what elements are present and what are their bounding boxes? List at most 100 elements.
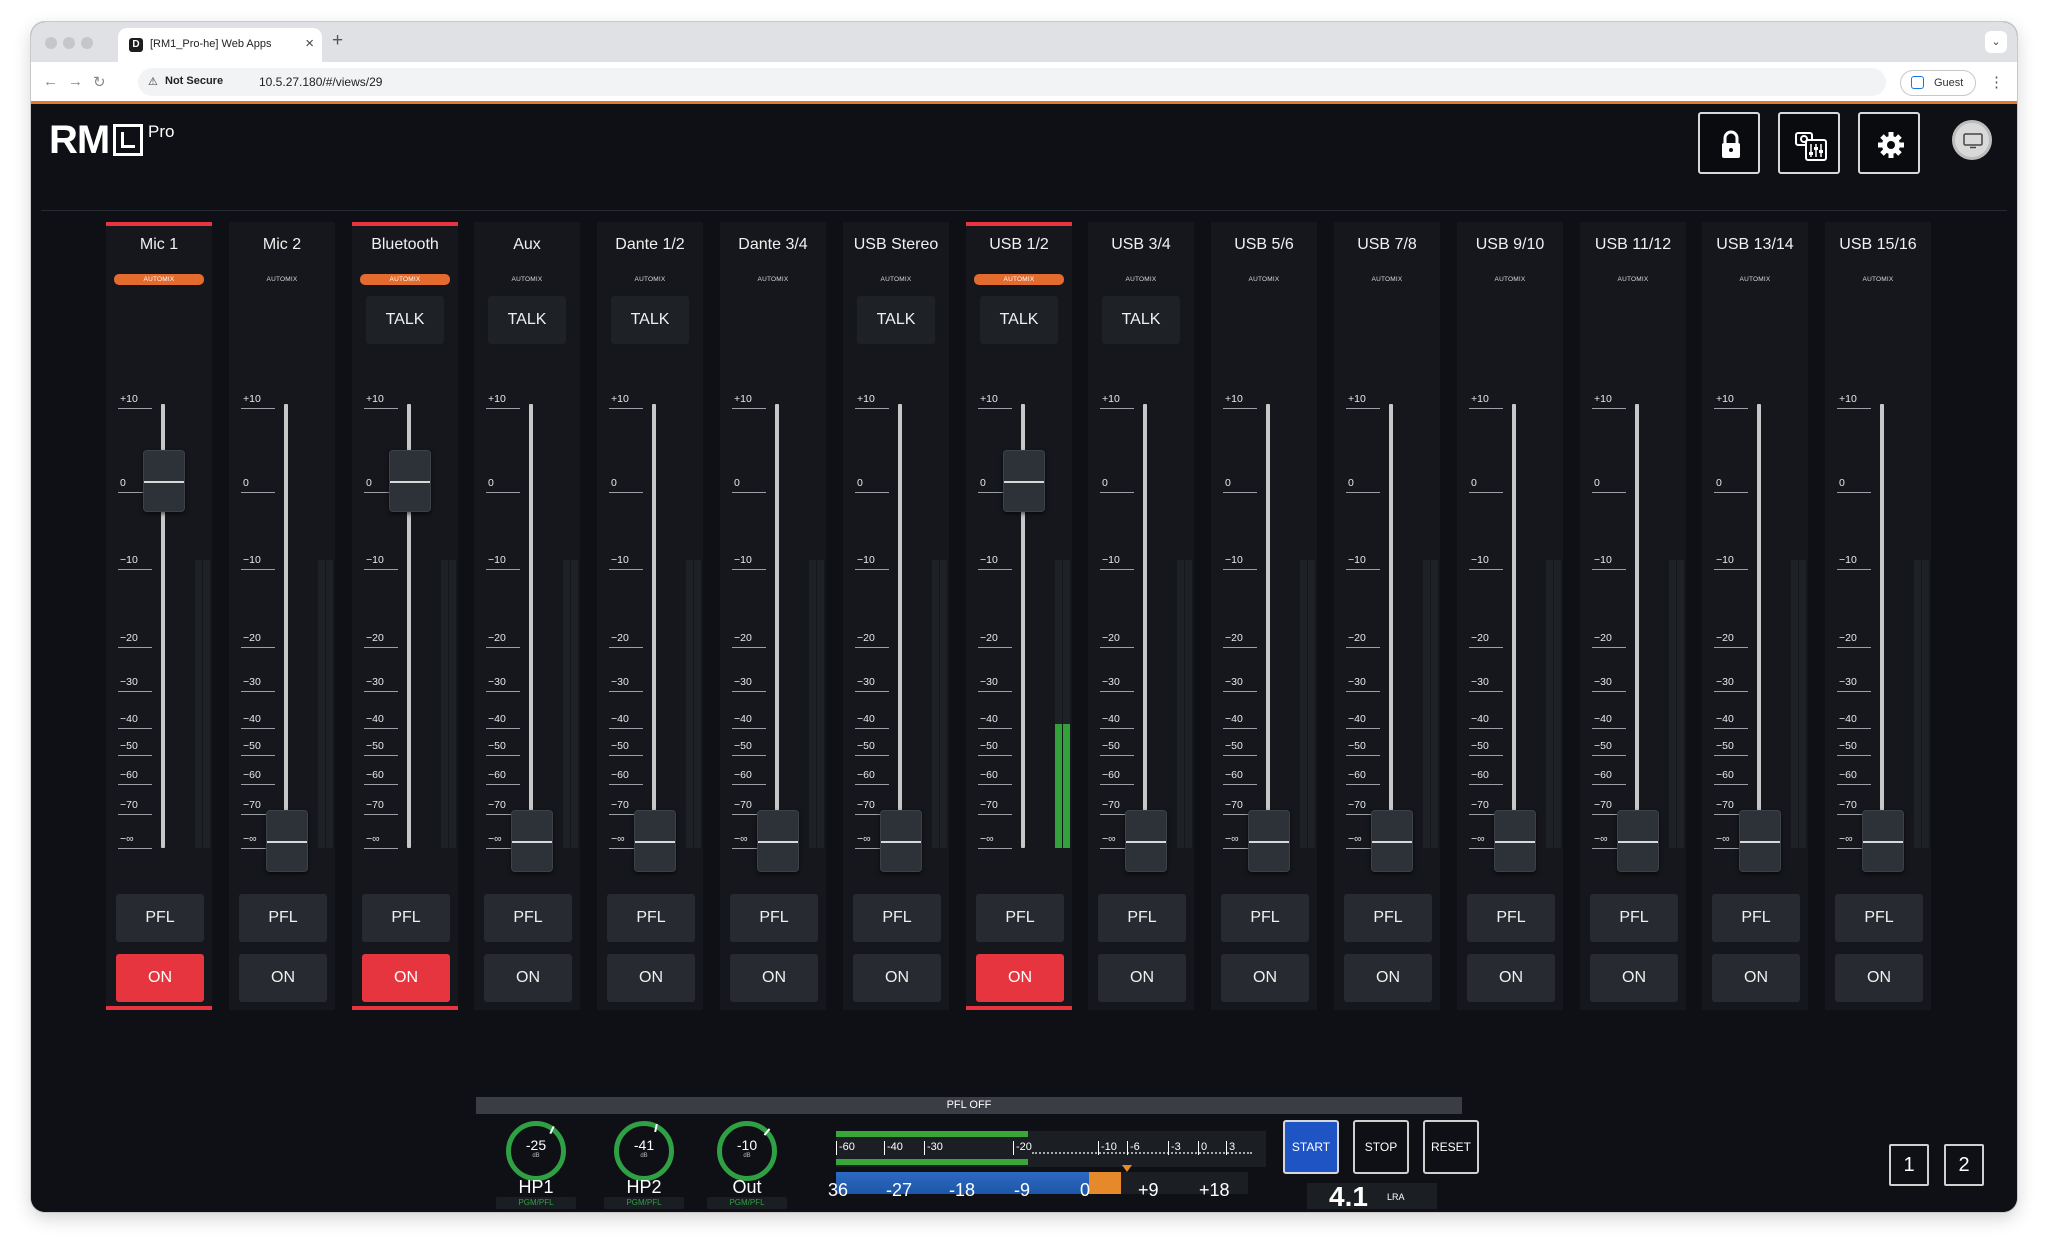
channel-name[interactable]: USB 3/4 <box>1088 236 1194 254</box>
channel-name[interactable]: USB 15/16 <box>1825 236 1931 254</box>
fader-handle[interactable] <box>1739 810 1781 872</box>
channel-name[interactable]: Bluetooth <box>352 236 458 254</box>
pfl-button[interactable]: PFL <box>1221 894 1309 942</box>
maximize-window-icon[interactable] <box>81 37 93 49</box>
fader-handle[interactable] <box>1248 810 1290 872</box>
talk-button[interactable]: TALK <box>611 296 689 344</box>
fader-handle[interactable] <box>757 810 799 872</box>
on-button[interactable]: ON <box>1344 954 1432 1002</box>
fader-handle[interactable] <box>1617 810 1659 872</box>
talk-button[interactable]: TALK <box>1102 296 1180 344</box>
automix-button[interactable]: AUTOMIX <box>1096 274 1186 285</box>
automix-button[interactable]: AUTOMIX <box>1465 274 1555 285</box>
on-button[interactable]: ON <box>484 954 572 1002</box>
pfl-button[interactable]: PFL <box>1467 894 1555 942</box>
address-bar[interactable]: ⚠ Not Secure 10.5.27.180/#/views/29 <box>138 68 1886 96</box>
pfl-button[interactable]: PFL <box>607 894 695 942</box>
talk-button[interactable]: TALK <box>488 296 566 344</box>
channel-name[interactable]: USB 7/8 <box>1334 236 1440 254</box>
page-2-button[interactable]: 2 <box>1944 1144 1984 1186</box>
on-button[interactable]: ON <box>1467 954 1555 1002</box>
fader-handle[interactable] <box>389 450 431 512</box>
channel-name[interactable]: USB 5/6 <box>1211 236 1317 254</box>
on-button[interactable]: ON <box>1835 954 1923 1002</box>
on-button[interactable]: ON <box>1712 954 1800 1002</box>
pfl-button[interactable]: PFL <box>239 894 327 942</box>
forward-icon[interactable]: → <box>68 73 83 90</box>
close-window-icon[interactable] <box>45 37 57 49</box>
channel-name[interactable]: USB 9/10 <box>1457 236 1563 254</box>
automix-button[interactable]: AUTOMIX <box>851 274 941 285</box>
channel-name[interactable]: Mic 2 <box>229 236 335 254</box>
fader-track[interactable] <box>529 404 533 848</box>
close-tab-icon[interactable]: × <box>305 35 314 52</box>
pfl-button[interactable]: PFL <box>1835 894 1923 942</box>
automix-button[interactable]: AUTOMIX <box>974 274 1064 285</box>
fader-track[interactable] <box>284 404 288 848</box>
channel-name[interactable]: USB 11/12 <box>1580 236 1686 254</box>
fader-handle[interactable] <box>634 810 676 872</box>
back-icon[interactable]: ← <box>43 73 58 90</box>
on-button[interactable]: ON <box>730 954 818 1002</box>
stop-button[interactable]: STOP <box>1353 1120 1409 1174</box>
fader-track[interactable] <box>1635 404 1639 848</box>
on-button[interactable]: ON <box>853 954 941 1002</box>
out-source-tag[interactable]: PGM/PFL <box>707 1197 787 1209</box>
pfl-button[interactable]: PFL <box>976 894 1064 942</box>
snapshot-mixer-button[interactable] <box>1778 112 1840 174</box>
fader-handle[interactable] <box>1003 450 1045 512</box>
fader-track[interactable] <box>1266 404 1270 848</box>
fader-track[interactable] <box>1757 404 1761 848</box>
talk-button[interactable]: TALK <box>980 296 1058 344</box>
fader-track[interactable] <box>1143 404 1147 848</box>
pfl-button[interactable]: PFL <box>1098 894 1186 942</box>
reload-icon[interactable]: ↻ <box>93 73 106 91</box>
display-button[interactable] <box>1952 120 1992 160</box>
channel-name[interactable]: Dante 3/4 <box>720 236 826 254</box>
fader-track[interactable] <box>1880 404 1884 848</box>
on-button[interactable]: ON <box>976 954 1064 1002</box>
fader-handle[interactable] <box>1494 810 1536 872</box>
fader-track[interactable] <box>1512 404 1516 848</box>
automix-button[interactable]: AUTOMIX <box>482 274 572 285</box>
channel-name[interactable]: USB Stereo <box>843 236 949 254</box>
hp2-knob[interactable]: -41 dB <box>614 1121 674 1181</box>
on-button[interactable]: ON <box>239 954 327 1002</box>
channel-name[interactable]: USB 1/2 <box>966 236 1072 254</box>
tab-search-icon[interactable]: ⌄ <box>1985 31 2007 53</box>
out-knob[interactable]: -10 dB <box>717 1121 777 1181</box>
on-button[interactable]: ON <box>607 954 695 1002</box>
channel-name[interactable]: Dante 1/2 <box>597 236 703 254</box>
automix-button[interactable]: AUTOMIX <box>1219 274 1309 285</box>
automix-button[interactable]: AUTOMIX <box>1588 274 1678 285</box>
fader-handle[interactable] <box>143 450 185 512</box>
fader-handle[interactable] <box>1862 810 1904 872</box>
hp2-source-tag[interactable]: PGM/PFL <box>604 1197 684 1209</box>
start-button[interactable]: START <box>1283 1120 1339 1174</box>
fader-handle[interactable] <box>1125 810 1167 872</box>
pfl-button[interactable]: PFL <box>730 894 818 942</box>
fader-track[interactable] <box>1389 404 1393 848</box>
browser-tab[interactable]: D [RM1_Pro-he] Web Apps × <box>118 28 322 62</box>
automix-button[interactable]: AUTOMIX <box>360 274 450 285</box>
hp1-knob[interactable]: -25 dB <box>506 1121 566 1181</box>
fader-handle[interactable] <box>880 810 922 872</box>
on-button[interactable]: ON <box>362 954 450 1002</box>
fader-track[interactable] <box>775 404 779 848</box>
page-1-button[interactable]: 1 <box>1889 1144 1929 1186</box>
pfl-button[interactable]: PFL <box>1590 894 1678 942</box>
automix-button[interactable]: AUTOMIX <box>114 274 204 285</box>
on-button[interactable]: ON <box>1221 954 1309 1002</box>
url-text[interactable]: 10.5.27.180/#/views/29 <box>259 75 382 89</box>
on-button[interactable]: ON <box>1590 954 1678 1002</box>
pfl-button[interactable]: PFL <box>1712 894 1800 942</box>
minimize-window-icon[interactable] <box>63 37 75 49</box>
fader-handle[interactable] <box>1371 810 1413 872</box>
reset-button[interactable]: RESET <box>1423 1120 1479 1174</box>
channel-name[interactable]: Mic 1 <box>106 236 212 254</box>
hp1-source-tag[interactable]: PGM/PFL <box>496 1197 576 1209</box>
not-secure-label[interactable]: Not Secure <box>165 75 223 87</box>
profile-button[interactable]: Guest <box>1900 70 1976 96</box>
fader-handle[interactable] <box>511 810 553 872</box>
on-button[interactable]: ON <box>116 954 204 1002</box>
